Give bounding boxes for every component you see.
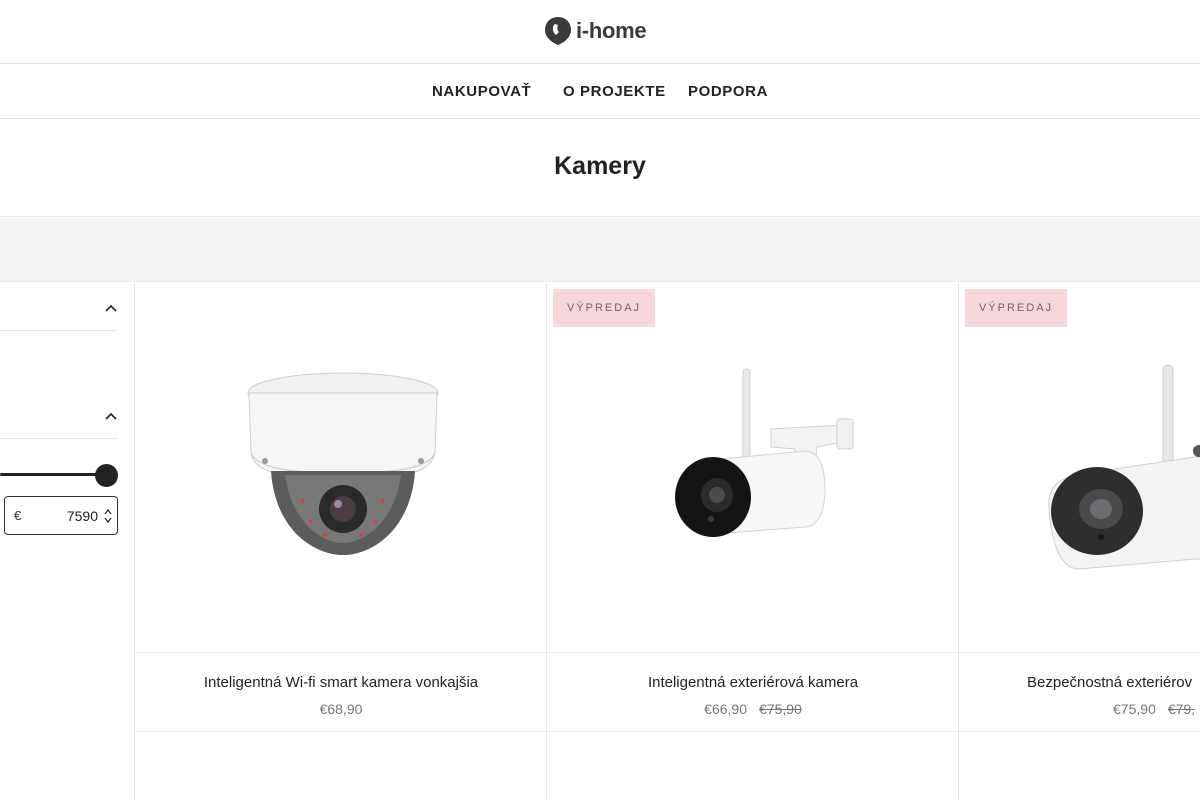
filter-sidebar: € 7590 (0, 283, 135, 800)
sale-badge: VÝPREDAJ (965, 289, 1067, 327)
bullet-camera-image (675, 368, 854, 537)
number-spinner-icon[interactable] (103, 507, 113, 525)
price-filter-header[interactable] (0, 391, 118, 439)
dome-camera-image (247, 372, 439, 555)
page-title-section: Kamery (0, 120, 1200, 217)
product-image[interactable]: VÝPREDAJ (959, 283, 1200, 653)
nav-item-nakupovat[interactable]: NAKUPOVAŤ (432, 83, 531, 100)
product-card[interactable]: Inteligentná Wi-fi smart kamera vonkajši… (135, 283, 547, 732)
product-card[interactable]: VÝPREDAJ Inteligentná exteriérová kamera… (547, 283, 959, 732)
product-image[interactable]: VÝPREDAJ (547, 283, 958, 653)
product-old-price: €79, (1167, 701, 1196, 717)
product-price-row: €66,90 €75,90 (547, 701, 959, 717)
product-card[interactable] (135, 732, 547, 800)
nav-item-podpora[interactable]: PODPORA (688, 83, 768, 100)
main-nav: NAKUPOVAŤ O PROJEKTE PODPORA (0, 65, 1200, 119)
wifi-camera-image (1048, 364, 1200, 570)
product-title[interactable]: Bezpečnostná exteriérov (1027, 674, 1192, 691)
price-max-input[interactable]: € 7590 (4, 496, 118, 535)
currency-symbol: € (14, 508, 22, 523)
price-range-max-handle[interactable] (95, 464, 118, 487)
chevron-up-icon[interactable] (104, 303, 118, 313)
product-grid: Inteligentná Wi-fi smart kamera vonkajši… (135, 283, 1200, 800)
brand-name: i-home (576, 18, 647, 43)
product-old-price: €75,90 (759, 701, 802, 717)
page-title: Kamery (554, 152, 646, 180)
product-title[interactable]: Inteligentná Wi-fi smart kamera vonkajši… (135, 674, 547, 691)
product-price: €66,90 (704, 701, 747, 717)
sale-badge: VÝPREDAJ (553, 289, 655, 327)
location-pin-icon (545, 17, 571, 45)
price-max-value[interactable]: 7590 (67, 508, 98, 524)
brand-logo[interactable]: i-home (544, 15, 647, 47)
filter-section-header[interactable] (0, 283, 118, 331)
product-price: €68,90 (319, 701, 363, 717)
chevron-up-icon[interactable] (104, 411, 118, 421)
product-card[interactable] (547, 732, 959, 800)
collection-toolbar (0, 218, 1200, 282)
product-price: €75,90 (1113, 701, 1156, 717)
nav-item-o-projekte[interactable]: O PROJEKTE (563, 83, 666, 100)
product-card[interactable] (959, 732, 1200, 800)
price-range-track[interactable] (0, 473, 108, 476)
product-price-row: €75,90 €79, (1113, 701, 1195, 717)
product-card[interactable]: VÝPREDAJ Bezpečnostná exteriérov €75,90 €… (959, 283, 1200, 732)
site-header: i-home (0, 0, 1200, 64)
product-price-row: €68,90 (135, 701, 547, 717)
product-image[interactable] (135, 283, 546, 653)
product-title[interactable]: Inteligentná exteriérová kamera (547, 674, 959, 691)
